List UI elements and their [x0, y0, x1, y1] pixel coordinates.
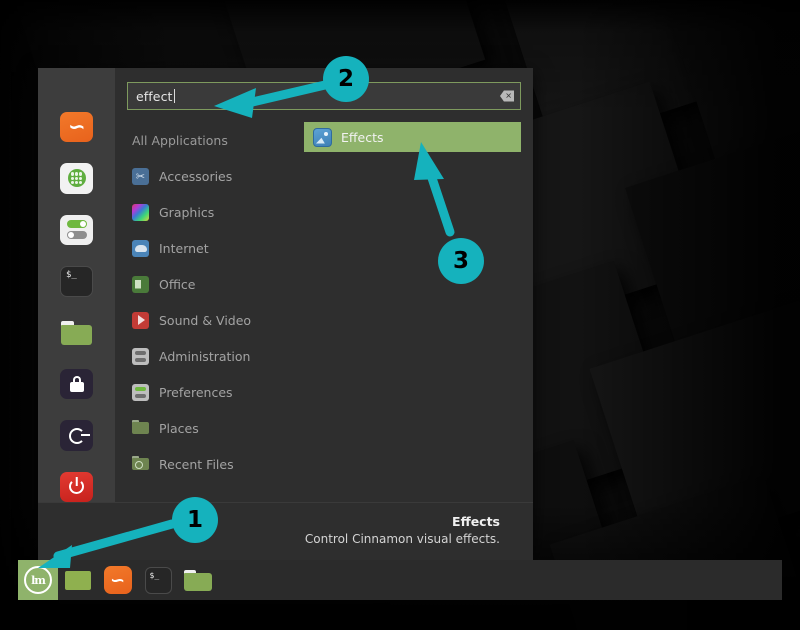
category-graphics[interactable]: Graphics	[115, 194, 300, 230]
firefox-glyph: ~	[68, 117, 86, 138]
category-places[interactable]: Places	[115, 410, 300, 446]
folder-shape	[61, 321, 92, 345]
category-all-applications[interactable]: All Applications	[115, 122, 300, 158]
category-list: All Applications Accessories Graphics	[115, 118, 300, 502]
category-recent-files[interactable]: Recent Files	[115, 446, 300, 482]
lock-icon[interactable]	[60, 369, 93, 399]
effects-result[interactable]: Effects	[304, 122, 521, 152]
sliders-green-icon	[132, 384, 149, 401]
effects-icon	[313, 128, 332, 147]
logout-ring	[69, 428, 85, 444]
apps-grid-dots	[68, 169, 86, 187]
search-input-value: effect	[136, 89, 173, 104]
menu-body: ~ $_	[38, 68, 533, 502]
category-label: All Applications	[132, 133, 228, 148]
scissors-icon	[132, 168, 149, 185]
search-row: effect ✕	[115, 68, 533, 118]
text-caret	[174, 89, 175, 103]
category-internet[interactable]: Internet	[115, 230, 300, 266]
play-icon	[132, 312, 149, 329]
files-launcher[interactable]	[178, 560, 218, 600]
category-administration[interactable]: Administration	[115, 338, 300, 374]
document-icon	[132, 276, 149, 293]
backspace-shape: ✕	[500, 91, 514, 102]
category-preferences[interactable]: Preferences	[115, 374, 300, 410]
power-icon[interactable]	[60, 472, 93, 502]
lock-shape	[69, 376, 85, 392]
logout-icon[interactable]	[60, 420, 93, 450]
favorites-sidebar: ~ $_	[38, 68, 115, 502]
firefox-launcher[interactable]: ~	[98, 560, 138, 600]
firefox-icon[interactable]: ~	[60, 112, 93, 142]
category-sound-and-video[interactable]: Sound & Video	[115, 302, 300, 338]
search-input[interactable]: effect ✕	[127, 82, 521, 110]
application-menu-window: ~ $_	[38, 68, 533, 560]
toggle-on	[67, 220, 87, 228]
category-label: Accessories	[159, 169, 232, 184]
apps-grid-icon[interactable]	[60, 163, 93, 193]
category-office[interactable]: Office	[115, 266, 300, 302]
clear-backspace-icon[interactable]: ✕	[500, 91, 514, 102]
terminal-icon: $_	[145, 567, 172, 594]
linux-mint-logo-icon: lm	[24, 566, 52, 594]
folder-icon	[184, 570, 212, 591]
category-label: Sound & Video	[159, 313, 251, 328]
application-results-list: Effects	[300, 118, 533, 502]
green-square-icon	[65, 571, 91, 590]
category-label: Preferences	[159, 385, 233, 400]
color-gradient-icon	[132, 204, 149, 221]
sliders-icon	[132, 348, 149, 365]
category-label: Internet	[159, 241, 209, 256]
category-label: Graphics	[159, 205, 214, 220]
terminal-prompt-glyph: $_	[66, 271, 77, 280]
category-accessories[interactable]: Accessories	[115, 158, 300, 194]
category-label: Administration	[159, 349, 250, 364]
menu-button[interactable]: lm	[18, 560, 58, 600]
toggle-off	[67, 231, 87, 239]
toggles-icon[interactable]	[60, 215, 93, 245]
screen: ~ $_	[0, 0, 800, 630]
folder-icon[interactable]	[60, 318, 93, 348]
application-label: Effects	[341, 130, 384, 145]
power-symbol	[69, 479, 84, 494]
terminal-launcher[interactable]: $_	[138, 560, 178, 600]
firefox-icon: ~	[104, 566, 132, 594]
selection-info-panel: Effects Control Cinnamon visual effects.	[38, 502, 533, 560]
show-desktop[interactable]	[58, 560, 98, 600]
category-label: Office	[159, 277, 196, 292]
info-title: Effects	[452, 514, 500, 529]
terminal-icon[interactable]: $_	[60, 266, 93, 297]
taskbar-panel: lm ~ $_	[18, 560, 782, 600]
cloud-icon	[132, 240, 149, 257]
category-label: Recent Files	[159, 457, 234, 472]
info-description: Control Cinnamon visual effects.	[305, 532, 500, 546]
category-label: Places	[159, 421, 199, 436]
folder-clock-icon	[132, 456, 149, 473]
folder-icon	[132, 420, 149, 437]
menu-columns: All Applications Accessories Graphics	[115, 118, 533, 502]
menu-main-column: effect ✕ All Applications	[115, 68, 533, 502]
